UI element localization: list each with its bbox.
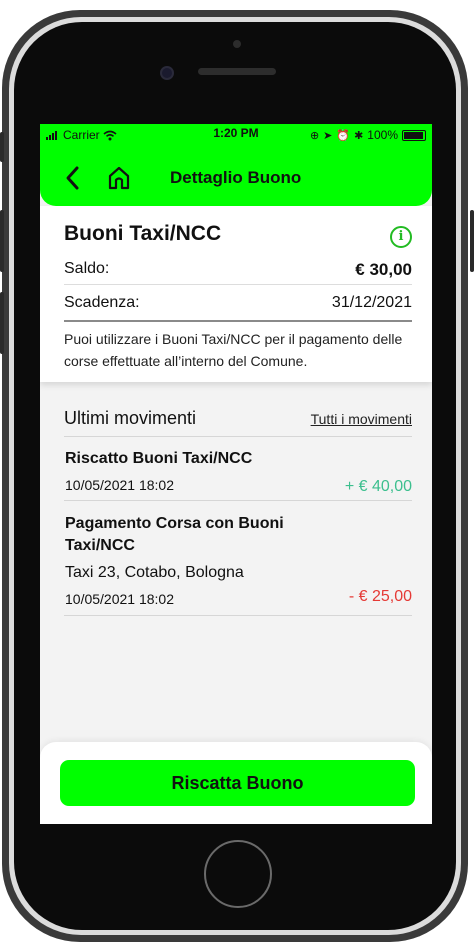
mute-switch [0, 132, 4, 162]
alarm-icon: ⏰ [336, 129, 351, 142]
divider [64, 320, 412, 322]
voucher-description: Puoi utilizzare i Buoni Taxi/NCC per il … [64, 331, 403, 369]
top-bar: Carrier 1:20 PM ⊕ ➤ ⏰ ✱ 100% Dettaglio B… [40, 124, 432, 206]
battery-percent: 100% [367, 128, 398, 142]
balance-value: € 30,00 [355, 260, 412, 279]
volume-up-button [0, 210, 4, 272]
proximity-sensor [233, 40, 241, 48]
status-right: ⊕ ➤ ⏰ ✱ 100% [310, 126, 426, 144]
movement-title: Riscatto Buoni Taxi/NCC [65, 450, 253, 467]
voucher-card: Buoni Taxi/NCC i Saldo: € 30,00 Scadenza… [40, 206, 432, 382]
app-screen: Carrier 1:20 PM ⊕ ➤ ⏰ ✱ 100% Dettaglio B… [40, 124, 432, 824]
expiry-label: Scadenza: [64, 294, 140, 311]
power-button [470, 210, 474, 272]
info-icon[interactable]: i [390, 226, 412, 248]
movement-date: 10/05/2021 18:02 [65, 591, 174, 607]
divider [64, 615, 412, 616]
bluetooth-icon: ✱ [354, 129, 364, 142]
home-icon [108, 166, 130, 190]
page-title: Dettaglio Buono [170, 168, 302, 187]
movement-title: Pagamento Corsa con Buoni Taxi/NCC [65, 515, 284, 554]
divider [64, 500, 412, 501]
movement-subtitle: Taxi 23, Cotabo, Bologna [65, 564, 244, 581]
expiry-value: 31/12/2021 [331, 294, 412, 311]
redeem-voucher-button[interactable]: Riscatta Buono [60, 760, 415, 806]
all-movements-link[interactable]: Tutti i movimenti [311, 411, 412, 427]
front-camera [160, 66, 174, 80]
divider [64, 284, 412, 285]
back-button[interactable] [62, 164, 86, 192]
movement-date: 10/05/2021 18:02 [65, 477, 174, 493]
movement-amount: + € 40,00 [344, 478, 412, 495]
movement-amount: - € 25,00 [348, 588, 412, 605]
battery-icon [402, 129, 426, 141]
movements-header: Ultimi movimenti [64, 408, 197, 428]
volume-down-button [0, 292, 4, 354]
balance-label: Saldo: [64, 260, 110, 277]
nav-row: Dettaglio Buono [40, 162, 432, 196]
location-icon: ➤ [323, 129, 333, 142]
divider [64, 436, 412, 437]
hardware-home-button[interactable] [204, 840, 272, 908]
orientation-lock-icon: ⊕ [309, 129, 320, 142]
home-button[interactable] [106, 164, 132, 192]
earpiece-speaker [198, 68, 276, 75]
chevron-left-icon [66, 166, 79, 190]
voucher-title: Buoni Taxi/NCC [64, 222, 222, 245]
